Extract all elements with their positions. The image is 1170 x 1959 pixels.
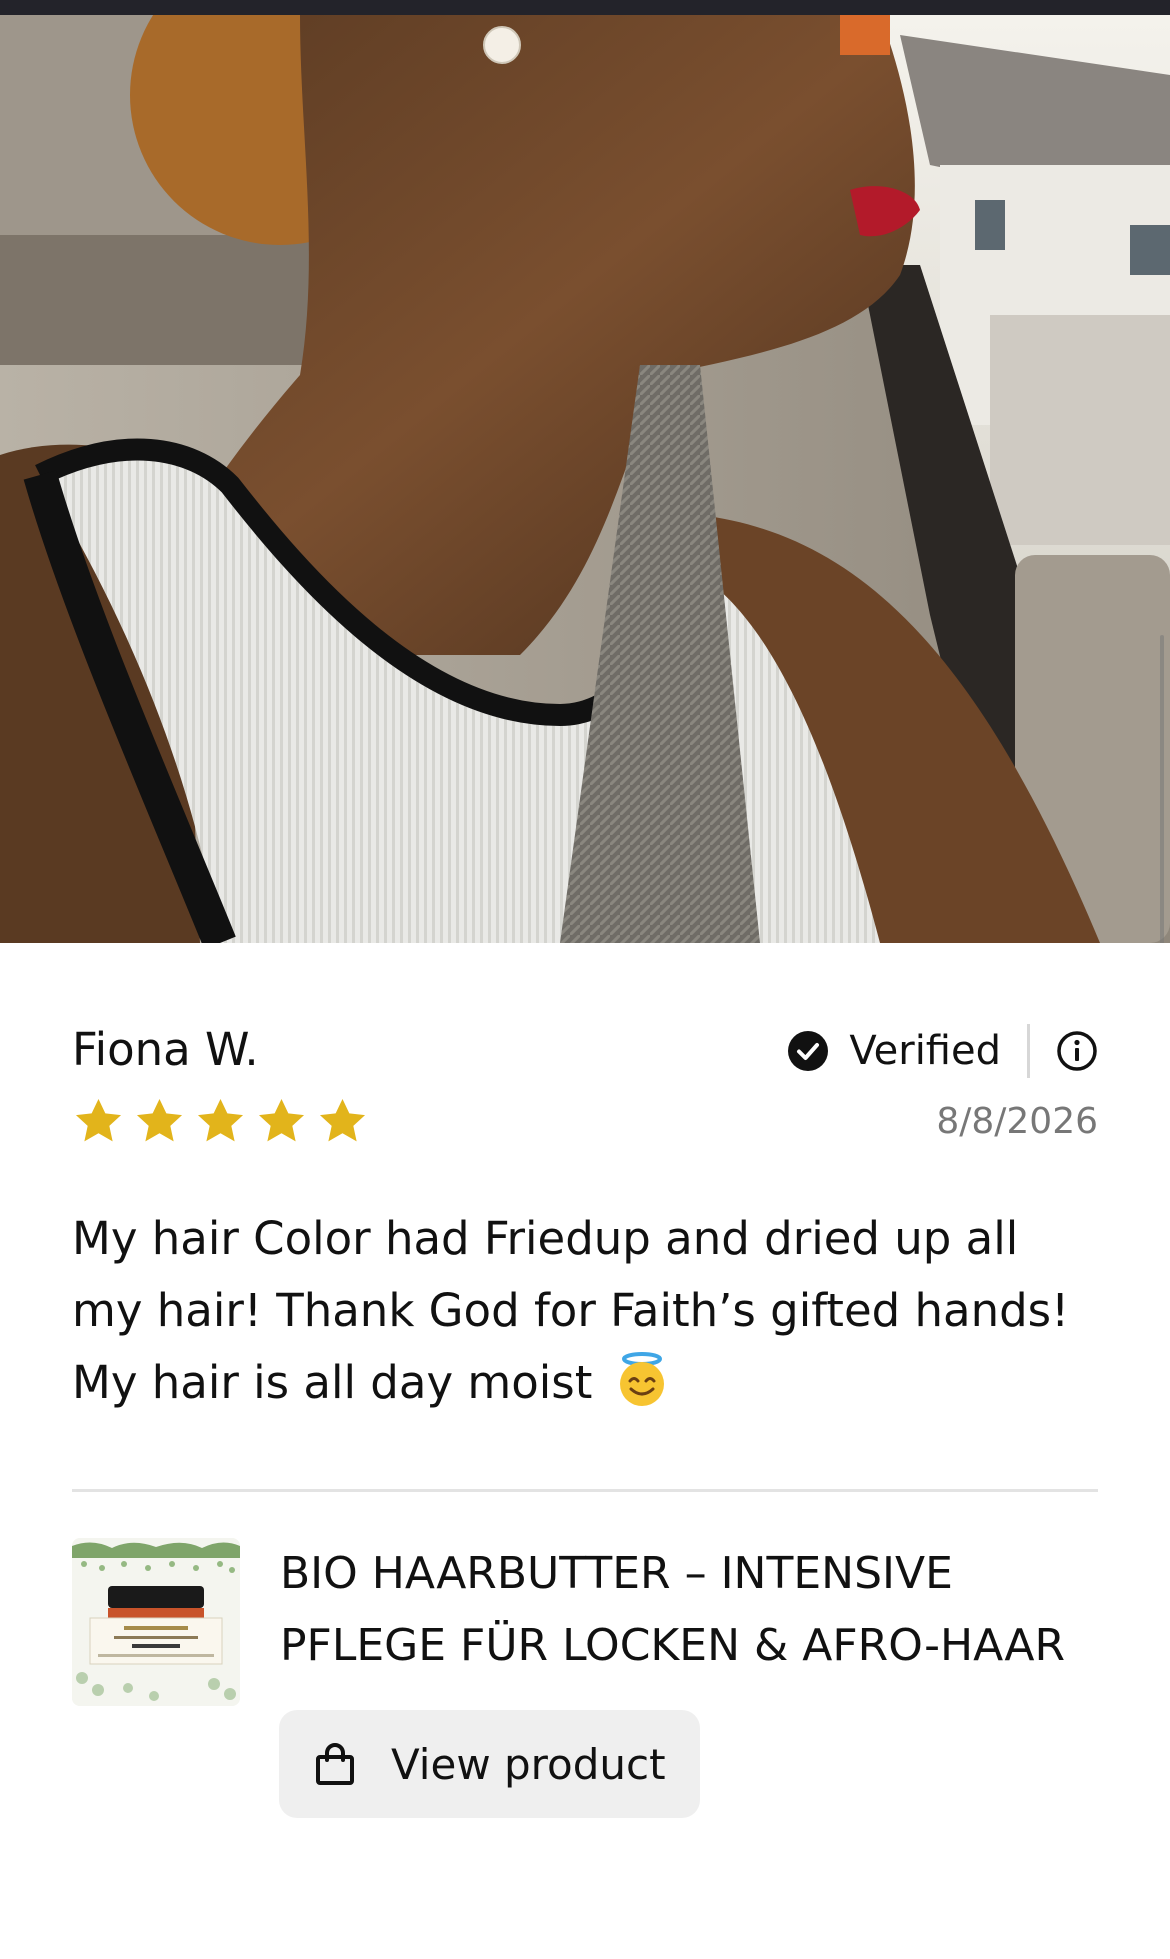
verification-divider bbox=[1027, 1024, 1030, 1078]
review-photo-image bbox=[0, 15, 1170, 943]
section-divider bbox=[72, 1489, 1098, 1492]
review-body: My hair Color had Friedup and dried up a… bbox=[72, 1203, 1102, 1419]
star-icon bbox=[136, 1098, 183, 1142]
photo-scroll-indicator bbox=[1160, 635, 1164, 943]
review-photo[interactable] bbox=[0, 15, 1170, 943]
star-icon bbox=[197, 1098, 244, 1142]
product-thumbnail-image bbox=[72, 1538, 240, 1706]
verification-row: Verified bbox=[787, 1023, 1098, 1079]
review-text: My hair Color had Friedup and dried up a… bbox=[72, 1212, 1070, 1409]
product-name[interactable]: BIO HAARBUTTER – INTENSIVE PFLEGE FÜR LO… bbox=[280, 1538, 1098, 1682]
angel-emoji-icon bbox=[619, 1352, 664, 1406]
star-icon bbox=[75, 1098, 122, 1142]
view-product-label: View product bbox=[391, 1739, 666, 1789]
review-date: 8/8/2026 bbox=[936, 1101, 1098, 1142]
reviewer-name: Fiona W. bbox=[72, 1023, 259, 1076]
view-product-button[interactable]: View product bbox=[279, 1710, 700, 1818]
status-bar bbox=[0, 0, 1170, 15]
star-icon bbox=[319, 1098, 366, 1142]
star-rating bbox=[72, 1095, 369, 1148]
verified-label: Verified bbox=[849, 1028, 1001, 1074]
product-thumbnail[interactable] bbox=[72, 1538, 240, 1706]
verified-check-icon bbox=[788, 1031, 829, 1071]
star-icon bbox=[258, 1098, 305, 1142]
info-icon[interactable] bbox=[1056, 1030, 1098, 1072]
shopping-bag-icon bbox=[316, 1743, 354, 1785]
